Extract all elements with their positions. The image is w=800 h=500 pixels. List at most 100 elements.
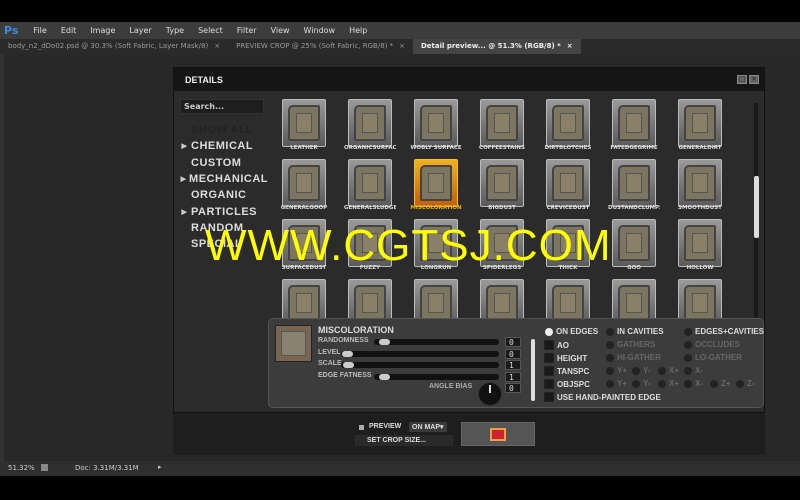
material-tile[interactable]: DUSTANDCLUMPS: [608, 159, 660, 217]
menu-window[interactable]: Window: [297, 26, 343, 35]
slider-knob[interactable]: [379, 339, 390, 345]
menu-view[interactable]: View: [264, 26, 297, 35]
menu-layer[interactable]: Layer: [122, 26, 158, 35]
material-tile[interactable]: CREVICEDUST: [542, 159, 594, 217]
category-mechanical[interactable]: ▶ MECHANICAL: [178, 171, 268, 187]
option-radio[interactable]: [684, 341, 692, 349]
slider-value[interactable]: 0: [505, 337, 521, 347]
angle-bias-knob[interactable]: [478, 382, 502, 406]
axis-radio[interactable]: [710, 380, 718, 388]
axis-radio[interactable]: [658, 367, 666, 375]
axis-radio[interactable]: [684, 367, 692, 375]
option-label: LO-GATHER: [695, 353, 742, 362]
preview-mode-dropdown[interactable]: ON MAP▾: [409, 422, 447, 432]
axis-radio[interactable]: [632, 380, 640, 388]
checkbox-tanspc[interactable]: [544, 366, 554, 376]
material-tile[interactable]: GENERALGOOP: [278, 159, 330, 217]
maximize-icon[interactable]: □: [737, 75, 747, 84]
tab-body[interactable]: body_n2_dDo02.psd @ 30.3% (Soft Fabric, …: [0, 39, 228, 54]
close-icon[interactable]: ×: [567, 42, 573, 51]
angle-bias-value[interactable]: 0: [505, 383, 521, 393]
axis-radio[interactable]: [684, 380, 692, 388]
material-tile[interactable]: [608, 279, 660, 319]
menu-filter[interactable]: Filter: [230, 26, 264, 35]
checkbox-height[interactable]: [544, 353, 554, 363]
slider-level[interactable]: [341, 350, 499, 357]
material-tile[interactable]: WOBLY SURFACE: [410, 99, 462, 157]
ddo-logo-button[interactable]: [461, 422, 535, 446]
category-show-all[interactable]: SHOW ALL: [178, 122, 268, 138]
menu-select[interactable]: Select: [191, 26, 230, 35]
axis-label: Z-: [747, 379, 755, 388]
mode-radio[interactable]: [545, 328, 553, 336]
doc-size: Doc: 3.31M/3.31M: [75, 464, 139, 472]
material-tile[interactable]: DIRTBLOTCHES: [542, 99, 594, 157]
option-radio[interactable]: [684, 354, 692, 362]
category-chemical[interactable]: ▶ CHEMICAL: [178, 138, 268, 154]
axis-radio[interactable]: [632, 367, 640, 375]
slider-randomness[interactable]: [374, 339, 499, 345]
material-tile[interactable]: [278, 279, 330, 319]
expand-arrow-icon[interactable]: ▸: [158, 463, 162, 471]
mode-radio[interactable]: [606, 328, 614, 336]
expand-arrow-icon: ▶: [180, 176, 187, 184]
slider-edge-fatness[interactable]: [374, 373, 499, 380]
material-thumbnail: [414, 159, 458, 207]
zoom-level[interactable]: 51.32%: [8, 464, 35, 472]
close-icon[interactable]: ×: [399, 42, 405, 51]
material-tile[interactable]: BIGDUST: [476, 159, 528, 217]
slider-knob[interactable]: [343, 362, 354, 368]
slider-value[interactable]: 0: [505, 348, 521, 359]
category-particles[interactable]: ▶ PARTICLES: [178, 203, 268, 219]
material-tile[interactable]: [476, 279, 528, 319]
option-radio[interactable]: [606, 341, 614, 349]
slider-knob[interactable]: [342, 350, 353, 357]
menu-image[interactable]: Image: [83, 26, 122, 35]
axis-radio[interactable]: [606, 367, 614, 375]
menu-help[interactable]: Help: [342, 26, 374, 35]
close-icon[interactable]: ×: [214, 42, 220, 51]
menu-file[interactable]: File: [26, 26, 53, 35]
material-tile[interactable]: GOO: [608, 219, 660, 277]
axis-radio[interactable]: [736, 380, 744, 388]
material-tile[interactable]: SMOOTHDUST: [674, 159, 726, 217]
tab-preview-crop[interactable]: PREVIEW CROP @ 25% (Soft Fabric, RGB/8) …: [228, 39, 413, 54]
material-tile[interactable]: LEATHER: [278, 99, 330, 157]
material-tile[interactable]: FATEDGEGRIME: [608, 99, 660, 157]
material-tile[interactable]: HOLLOW: [674, 219, 726, 277]
material-tile[interactable]: [344, 279, 396, 319]
slider-value[interactable]: 1: [505, 360, 521, 370]
axis-radio[interactable]: [606, 380, 614, 388]
material-thumbnail: [282, 279, 326, 319]
material-tile[interactable]: GENERALDIRT: [674, 99, 726, 157]
material-tile[interactable]: GENERALSLUDGE: [344, 159, 396, 217]
material-tile[interactable]: COFFEESTAINS: [476, 99, 528, 157]
menu-edit[interactable]: Edit: [54, 26, 84, 35]
axis-radio[interactable]: [658, 380, 666, 388]
option-radio[interactable]: [606, 354, 614, 362]
export-icon[interactable]: [41, 464, 48, 471]
tab-detail-preview[interactable]: Detail preview... @ 51.3% (RGB/8) * ×: [412, 39, 581, 54]
search-input[interactable]: Search...: [180, 99, 264, 114]
mode-radio[interactable]: [684, 328, 692, 336]
checkbox-use-hand-painted-edge[interactable]: [544, 392, 554, 402]
set-crop-size-button[interactable]: SET CROP SIZE...: [355, 435, 453, 446]
material-tile[interactable]: ORGANICSURFACE: [344, 99, 396, 157]
category-custom[interactable]: CUSTOM: [178, 155, 268, 171]
slider-knob[interactable]: [379, 373, 390, 380]
checkbox-objspc[interactable]: [544, 379, 554, 389]
divider-handle[interactable]: [531, 339, 535, 401]
preview-label: PREVIEW: [369, 423, 402, 430]
slider-value[interactable]: 1: [505, 371, 521, 382]
material-tile[interactable]: [674, 279, 726, 319]
slider-scale[interactable]: [341, 362, 499, 368]
material-tile[interactable]: MISCOLORATION: [410, 159, 462, 217]
scrollbar-thumb[interactable]: [754, 176, 759, 238]
close-icon[interactable]: ×: [749, 75, 759, 84]
material-tile[interactable]: [410, 279, 462, 319]
material-tile[interactable]: [542, 279, 594, 319]
preview-checkbox[interactable]: [359, 425, 364, 430]
checkbox-ao[interactable]: [544, 340, 554, 350]
category-organic[interactable]: ORGANIC: [178, 187, 268, 203]
menu-type[interactable]: Type: [159, 26, 191, 35]
